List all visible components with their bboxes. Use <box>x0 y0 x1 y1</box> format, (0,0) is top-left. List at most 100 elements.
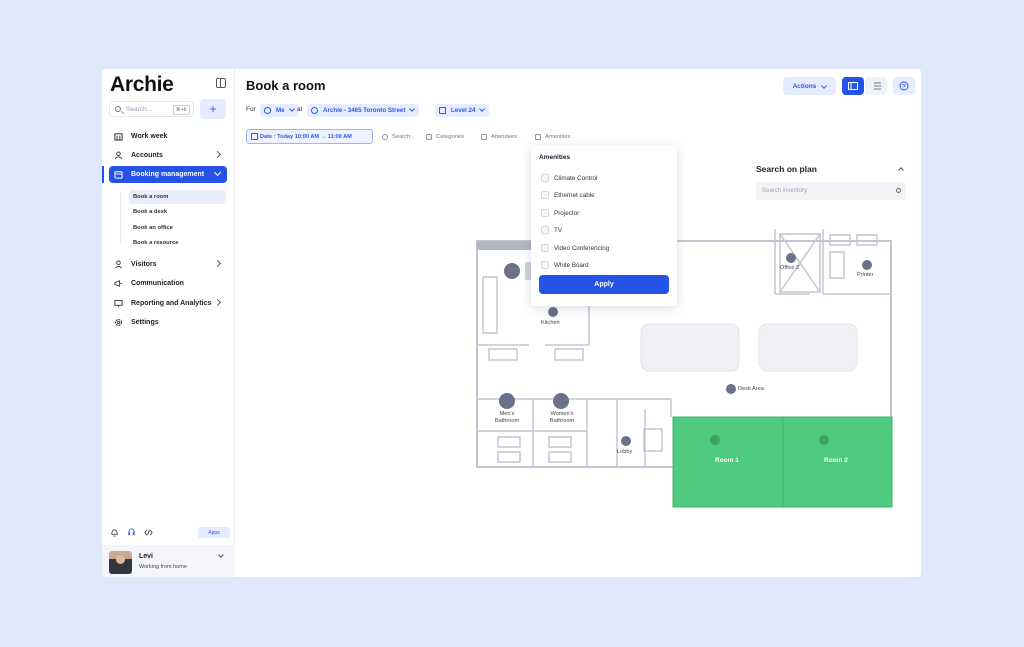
add-button[interactable]: + <box>200 99 226 119</box>
chevron-down-icon <box>288 106 295 112</box>
level-select[interactable]: Level 24 <box>435 104 490 117</box>
bell-icon[interactable] <box>110 528 119 537</box>
filter-label: Attendees <box>491 134 518 140</box>
amenities-filter[interactable]: Amenities <box>534 130 570 144</box>
search-filter[interactable]: Search <box>381 130 410 144</box>
printer-marker-icon[interactable] <box>862 260 872 270</box>
categories-filter[interactable]: Categories <box>425 130 464 144</box>
headset-icon[interactable] <box>127 528 136 537</box>
sidebar-item-visitors[interactable]: Visitors <box>109 256 227 273</box>
user-profile[interactable]: Levi Working from home <box>102 545 235 577</box>
actions-label: Actions <box>792 82 817 90</box>
option-label: White Board <box>554 261 589 269</box>
sidebar-search-input[interactable]: Search... ⌘+K <box>109 101 194 117</box>
date-filter[interactable]: Date : Today 10:00 AM → 11:00 AM <box>246 129 373 144</box>
desk-area-marker-icon[interactable] <box>726 384 736 394</box>
for-label: For <box>246 106 256 113</box>
apply-button[interactable]: Apply <box>539 275 669 294</box>
shortcut-badge: ⌘+K <box>172 105 190 115</box>
dropdown-title: Amenities <box>539 154 571 161</box>
actions-button[interactable]: Actions <box>783 77 836 95</box>
room-1-marker-icon[interactable] <box>710 435 720 445</box>
checkbox[interactable] <box>541 174 549 182</box>
amenity-option[interactable]: Projector <box>539 207 579 219</box>
chevron-down-icon[interactable] <box>218 552 224 558</box>
printer-marker-icon[interactable] <box>504 263 520 279</box>
apps-button[interactable]: Apps <box>198 527 230 538</box>
lobby-label: Lobby <box>617 449 633 455</box>
sidebar: Archie Search... ⌘+K + Work week Account… <box>102 69 235 577</box>
sidebar-item-settings[interactable]: Settings <box>109 314 227 331</box>
furniture <box>497 436 521 448</box>
submenu-item-book-an-office[interactable]: Book an office <box>129 221 226 235</box>
sidebar-item-reporting[interactable]: Reporting and Analytics <box>109 295 227 312</box>
chevron-right-icon <box>213 298 222 307</box>
svg-text:?: ? <box>902 84 906 90</box>
megaphone-icon <box>114 280 123 287</box>
search-icon <box>382 134 388 140</box>
for-select[interactable]: Me <box>260 104 299 117</box>
help-button[interactable]: ? <box>893 77 915 95</box>
office-2-marker-icon[interactable] <box>786 253 796 263</box>
date-value: Date : Today 10:00 AM → 11:00 AM <box>260 133 352 140</box>
amenity-option[interactable]: White Board <box>539 259 589 271</box>
checkbox[interactable] <box>541 209 549 217</box>
submenu-item-book-a-resource[interactable]: Book a resource <box>129 236 226 250</box>
at-label: at <box>297 106 303 113</box>
amenity-option[interactable]: TV <box>539 224 562 236</box>
list-icon <box>873 82 881 90</box>
for-value: Me <box>276 107 285 114</box>
building-icon <box>114 133 123 141</box>
checkbox[interactable] <box>541 191 549 199</box>
chevron-down-icon <box>409 106 416 112</box>
furniture <box>548 436 572 448</box>
sidebar-item-booking-management[interactable]: Booking management <box>109 166 227 183</box>
sidebar-item-communication[interactable]: Communication <box>109 275 227 292</box>
visitor-icon <box>115 260 122 269</box>
mens-bathroom-marker-icon[interactable] <box>499 393 515 409</box>
submenu-item-book-a-desk[interactable]: Book a desk <box>129 205 226 219</box>
womens-bathroom-marker-icon[interactable] <box>553 393 569 409</box>
lobby-marker-icon[interactable] <box>621 436 631 446</box>
user-status: Working from home <box>139 564 187 570</box>
map-icon <box>848 82 858 90</box>
grid-icon <box>426 134 432 140</box>
location-select[interactable]: Archie - 3465 Toronto Street <box>307 104 420 117</box>
search-inventory-input[interactable]: Search inventory <box>756 182 906 200</box>
checkbox[interactable] <box>541 244 549 252</box>
amenity-option[interactable]: Climate Control <box>539 172 597 184</box>
map-view-button[interactable] <box>842 77 864 95</box>
amenity-option[interactable]: Video Conferencing <box>539 242 609 254</box>
location-value: Archie - 3465 Toronto Street <box>323 107 406 114</box>
kitchen-marker-icon[interactable] <box>548 307 558 317</box>
room-2-marker-icon[interactable] <box>819 435 829 445</box>
sidebar-item-accounts[interactable]: Accounts <box>109 147 227 164</box>
sidebar-item-work-week[interactable]: Work week <box>109 128 227 145</box>
desk-block <box>758 323 858 372</box>
checkbox[interactable] <box>541 261 549 269</box>
help-icon: ? <box>899 81 909 91</box>
amenity-option[interactable]: Ethernet cable <box>539 189 595 201</box>
avatar <box>109 551 132 574</box>
womens-bathroom-label: Women's Bathroom <box>549 411 575 424</box>
filter-label: Amenities <box>545 134 571 140</box>
checkbox[interactable] <box>541 226 549 234</box>
app-logo: Archie <box>110 73 174 96</box>
option-label: Climate Control <box>554 174 598 182</box>
people-icon <box>481 134 487 140</box>
apps-label: Apps <box>208 529 220 536</box>
location-pin-icon <box>311 107 318 114</box>
code-icon[interactable] <box>144 528 153 537</box>
collapse-sidebar-icon[interactable] <box>216 78 226 88</box>
sidebar-item-label: Work week <box>131 133 168 140</box>
search-inventory-placeholder: Search inventory <box>762 188 808 194</box>
chevron-down-icon <box>213 168 222 177</box>
printer-label: Printer <box>857 272 874 278</box>
chevron-down-icon <box>821 83 828 89</box>
list-view-button[interactable] <box>865 77 887 95</box>
furniture <box>548 451 572 463</box>
submenu-item-book-a-room[interactable]: Book a room <box>129 190 226 204</box>
attendees-filter[interactable]: Attendees <box>480 130 517 144</box>
user-icon <box>264 107 271 114</box>
sidebar-item-label: Reporting and Analytics <box>131 300 212 307</box>
